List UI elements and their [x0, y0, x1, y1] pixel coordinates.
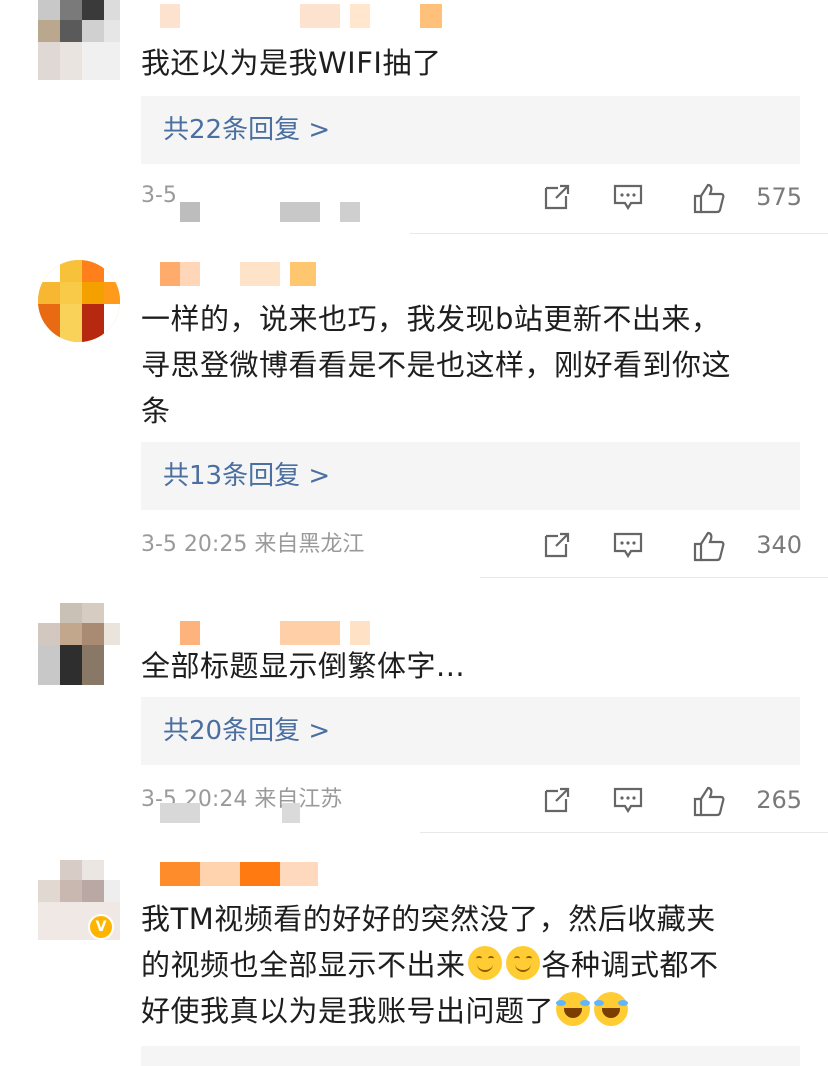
- reply-count-label[interactable]: 共22条回复 >: [163, 113, 330, 147]
- like-count: 575: [756, 183, 802, 211]
- smile-emoji-icon: [467, 946, 502, 980]
- comment-text-line: 一样的，说来也巧，我发现b站更新不出来，: [141, 302, 721, 336]
- repost-icon[interactable]: [542, 182, 572, 212]
- reply-thread-link[interactable]: [141, 1046, 800, 1066]
- comment-2: 一样的，说来也巧，我发现b站更新不出来， 寻思登微博看看是不是也这样，刚好看到你…: [0, 240, 828, 580]
- redacted-meta: [160, 803, 200, 823]
- comment-actions: 265: [542, 781, 802, 821]
- username-redacted[interactable]: [160, 262, 330, 286]
- comment-icon[interactable]: [612, 785, 644, 815]
- comment-meta: 3-5: [141, 181, 177, 211]
- divider: [480, 577, 828, 578]
- divider: [420, 832, 828, 833]
- comment-text: 全部标题显示倒繁体字...: [141, 649, 466, 683]
- divider: [410, 233, 828, 234]
- timestamp: 3-5 20:25 来自黑龙江: [141, 532, 365, 557]
- comment-text: 我TM视频看的好好的突然没了，然后收藏夹 的视频也全部显示不出来 各种调式都不 好…: [141, 896, 801, 1034]
- repost-icon[interactable]: [542, 530, 572, 560]
- reply-thread-link[interactable]: 共22条回复 >: [141, 96, 800, 164]
- comment-text-line: 寻思登微博看看是不是也这样，刚好看到你这: [141, 348, 732, 382]
- repost-icon[interactable]: [542, 785, 572, 815]
- comment-meta: 3-5 20:25 来自黑龙江: [141, 530, 364, 560]
- comment-icon[interactable]: [612, 182, 644, 212]
- verified-badge-icon: V: [88, 914, 114, 940]
- like-count: 265: [756, 786, 802, 814]
- cry-laugh-emoji-icon: [556, 992, 591, 1026]
- redacted-meta: [282, 803, 300, 823]
- cry-laugh-emoji-icon: [594, 992, 629, 1026]
- username-redacted[interactable]: [160, 862, 320, 886]
- comment-text-segment: 的视频也全部显示不出来: [141, 948, 466, 982]
- comment-text-line: 我TM视频看的好好的突然没了，然后收藏夹: [141, 902, 716, 936]
- reply-count-label[interactable]: 共20条回复 >: [163, 714, 330, 748]
- smile-emoji-icon: [505, 946, 540, 980]
- like-icon[interactable]: [692, 785, 726, 817]
- like-icon[interactable]: [692, 530, 726, 562]
- comment-text-line: 的视频也全部显示不出来 各种调式都不: [141, 942, 801, 988]
- comment-icon[interactable]: [612, 530, 644, 560]
- comment-text-segment: 各种调式都不: [541, 948, 719, 982]
- comment-3: 全部标题显示倒繁体字... 共20条回复 > 3-5 20:24 来自江苏 26…: [0, 585, 828, 835]
- like-count: 340: [756, 531, 802, 559]
- comment-text-line: 条: [141, 394, 171, 428]
- redacted-meta: [180, 202, 200, 222]
- avatar[interactable]: [38, 603, 120, 685]
- username-redacted[interactable]: [160, 4, 450, 28]
- timestamp: 3-5: [141, 183, 177, 208]
- reply-count-label[interactable]: 共13条回复 >: [163, 459, 330, 493]
- comment-actions: 575: [542, 178, 802, 218]
- comment-1: 我还以为是我WIFI抽了 共22条回复 > 3-5 575: [0, 0, 828, 235]
- reply-thread-link[interactable]: 共20条回复 >: [141, 697, 800, 765]
- avatar[interactable]: [38, 260, 120, 342]
- comment-text-line: 好使我真以为是我账号出问题了: [141, 988, 801, 1034]
- username-redacted[interactable]: [180, 621, 380, 645]
- like-icon[interactable]: [692, 182, 726, 214]
- reply-thread-link[interactable]: 共13条回复 >: [141, 442, 800, 510]
- comment-text: 我还以为是我WIFI抽了: [141, 46, 442, 80]
- comment-text: 一样的，说来也巧，我发现b站更新不出来， 寻思登微博看看是不是也这样，刚好看到你…: [141, 296, 801, 434]
- comment-4: V 我TM视频看的好好的突然没了，然后收藏夹 的视频也全部显示不出来 各种调式都不…: [0, 840, 828, 1066]
- redacted-meta: [340, 202, 360, 222]
- comment-actions: 340: [542, 526, 802, 566]
- comment-text-segment: 好使我真以为是我账号出问题了: [141, 994, 555, 1028]
- redacted-meta: [280, 202, 320, 222]
- avatar[interactable]: [38, 0, 120, 80]
